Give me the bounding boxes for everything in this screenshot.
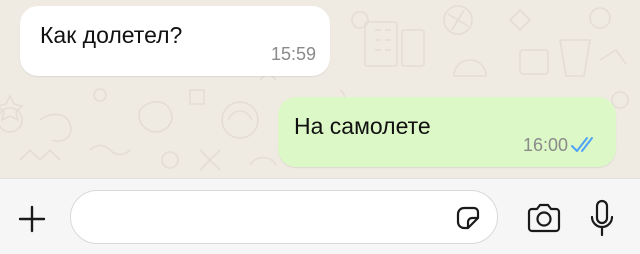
microphone-icon[interactable]	[590, 199, 614, 237]
message-field[interactable]	[70, 190, 498, 244]
message-text: Как долетел?	[40, 22, 183, 48]
message-time: 16:00	[522, 135, 568, 155]
message-input-bar	[0, 178, 640, 254]
sticker-icon[interactable]	[454, 204, 482, 232]
read-receipt-icon	[571, 137, 593, 152]
message-text: На самолете	[294, 113, 431, 139]
outgoing-message[interactable]: На самолете 16:00	[278, 97, 616, 167]
incoming-message[interactable]: Как долетел? 15:59	[20, 6, 330, 76]
message-input[interactable]	[89, 201, 449, 235]
camera-icon[interactable]	[526, 203, 562, 233]
chat-area: Как долетел? 15:59 На самолете 16:00	[0, 0, 640, 178]
message-time: 15:59	[270, 44, 316, 64]
plus-icon[interactable]	[16, 203, 48, 235]
